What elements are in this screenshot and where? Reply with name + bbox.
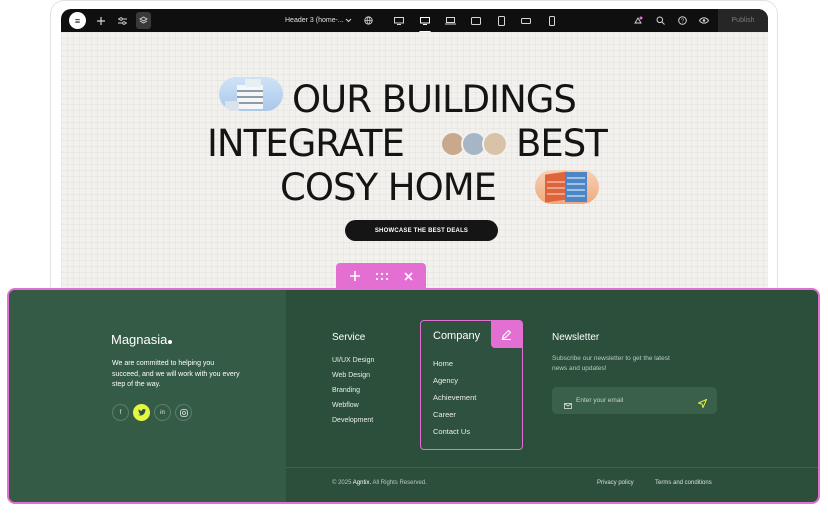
globe-icon[interactable] — [362, 9, 374, 32]
footer-section[interactable]: Magnasia We are committed to helping you… — [7, 288, 820, 504]
copyright-suffix: All Rights Reserved. — [371, 480, 427, 486]
service-link-web-design[interactable]: Web Design — [332, 371, 374, 386]
showcase-deals-button[interactable]: SHOWCASE THE BEST DEALS — [345, 220, 498, 241]
social-links: f in — [112, 404, 192, 421]
service-link-development[interactable]: Development — [332, 416, 374, 431]
publish-button[interactable]: Publish — [718, 9, 768, 32]
company-link-achievement[interactable]: Achievement — [433, 393, 476, 410]
drag-handle-icon[interactable] — [375, 268, 389, 284]
send-icon[interactable] — [697, 395, 708, 413]
notifications-icon[interactable] — [631, 9, 645, 32]
preview-eye-icon[interactable] — [697, 9, 711, 32]
building-image-pill — [219, 77, 283, 111]
copyright-prefix: © 2025 — [332, 480, 353, 486]
company-link-contact[interactable]: Contact Us — [433, 427, 476, 444]
tablet-portrait-icon[interactable] — [495, 9, 507, 32]
company-link-career[interactable]: Career — [433, 410, 476, 427]
desktop-device-icon[interactable] — [392, 9, 406, 32]
footer-brand-logo[interactable]: Magnasia — [111, 332, 173, 347]
email-input[interactable] — [576, 387, 691, 414]
chevron-down-icon[interactable] — [343, 9, 353, 32]
footer-brand-panel — [9, 290, 286, 502]
company-column-title: Company — [433, 330, 481, 342]
twitter-icon[interactable] — [133, 404, 150, 421]
service-column-title: Service — [332, 332, 366, 343]
footer-divider — [286, 467, 818, 468]
add-element-icon[interactable] — [95, 9, 107, 32]
tablet-landscape-icon[interactable] — [469, 9, 483, 32]
privacy-policy-link[interactable]: Privacy policy — [597, 480, 634, 486]
company-link-home[interactable]: Home — [433, 359, 476, 376]
terms-link[interactable]: Terms and conditions — [655, 480, 712, 486]
newsletter-form — [552, 387, 717, 414]
service-link-uiux[interactable]: UI/UX Design — [332, 356, 374, 371]
desktop-wide-device-icon[interactable] — [417, 9, 433, 34]
newsletter-description: Subscribe our newsletter to get the late… — [552, 355, 670, 372]
brand-name: Magnasia — [111, 332, 168, 347]
editor-toolbar: ≡ Header 3 (home-... ? Publish — [61, 9, 768, 34]
copyright-brand: Agntix. — [352, 480, 372, 486]
company-links: Home Agency Achievement Career Contact U… — [433, 359, 476, 444]
help-icon[interactable]: ? — [675, 9, 689, 32]
mobile-portrait-icon[interactable] — [546, 9, 558, 32]
newsletter-column-title: Newsletter — [552, 332, 600, 343]
laptop-device-icon[interactable] — [443, 9, 457, 32]
svg-text:?: ? — [680, 19, 683, 25]
footer-about-text: We are committed to helping you succeed,… — [112, 360, 240, 388]
building-image-pill — [535, 170, 599, 204]
pencil-icon — [501, 329, 512, 340]
page-title[interactable]: Header 3 (home-... — [285, 9, 344, 32]
company-link-agency[interactable]: Agency — [433, 376, 476, 393]
avatar — [482, 131, 508, 157]
edit-widget-button[interactable] — [491, 320, 522, 348]
brand-dot-icon — [168, 340, 173, 344]
hero-heading-line-2b: BEST — [516, 122, 608, 165]
section-toolbar — [336, 263, 426, 288]
elementor-logo-icon[interactable]: ≡ — [69, 12, 86, 29]
editor-canvas — [61, 32, 768, 288]
close-icon[interactable] — [403, 268, 413, 284]
linkedin-icon[interactable]: in — [154, 404, 171, 421]
search-icon[interactable] — [653, 9, 667, 32]
instagram-icon[interactable] — [175, 404, 192, 421]
copyright-text: © 2025 Agntix. All Rights Reserved. — [332, 480, 427, 486]
service-link-webflow[interactable]: Webflow — [332, 401, 374, 416]
structure-layers-icon[interactable] — [136, 12, 151, 29]
hero-heading-line-3: COSY HOME — [280, 166, 497, 209]
service-link-branding[interactable]: Branding — [332, 386, 374, 401]
facebook-icon[interactable]: f — [112, 404, 129, 421]
hero-heading-line-2a: INTEGRATE — [207, 122, 405, 165]
site-settings-icon[interactable] — [116, 9, 128, 32]
hero-heading-line-1: OUR BUILDINGS — [292, 78, 577, 121]
service-links: UI/UX Design Web Design Branding Webflow… — [332, 356, 374, 431]
mobile-landscape-icon[interactable] — [520, 9, 532, 32]
add-section-icon[interactable] — [349, 268, 360, 284]
mail-icon — [564, 396, 572, 414]
